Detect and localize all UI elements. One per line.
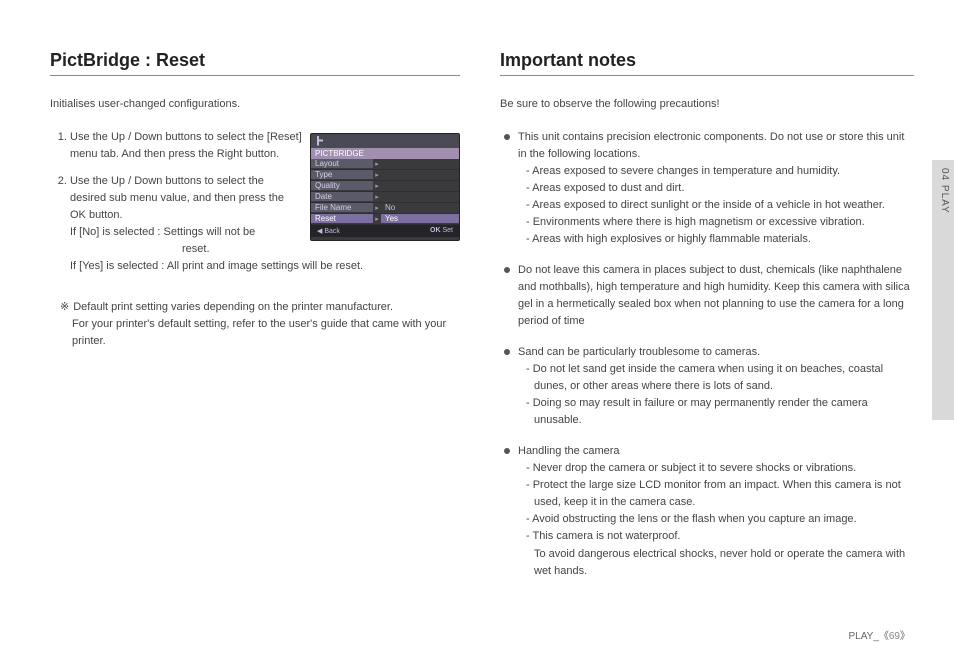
dash-list: - Do not let sand get inside the camera … [518,361,914,429]
footnote-line1: Default print setting varies depending o… [73,301,393,313]
dash-item: - Doing so may result in failure or may … [526,395,914,429]
wrench-icon [315,136,325,146]
dash-item: - Environments where there is high magne… [526,214,914,231]
camera-lcd-mock: PICTBRIDGE Layout▸ Type▸ Quality▸ Date▸ … [310,133,460,241]
right-column: Important notes Be sure to observe the f… [500,50,914,630]
lcd-row-type: Type▸ [311,170,459,181]
lcd-label: Type [311,170,373,179]
bullet-handling: Handling the camera - Never drop the cam… [504,443,914,579]
step-2-no-cont: reset. [70,241,460,258]
bullet-head: Handling the camera [518,445,620,457]
lcd-bottombar: ◀ Back OK Set [311,225,459,237]
footer-prefix: PLAY_ [848,631,878,642]
heading-important-notes: Important notes [500,50,914,76]
left-intro: Initialises user-changed configurations. [50,96,460,113]
chevron-right-icon: ▸ [373,171,381,179]
back-arrow-icon: ◀ [317,228,322,235]
page-body: PictBridge : Reset Initialises user-chan… [0,0,954,660]
step-2-main: Use the Up / Down buttons to select the … [70,175,284,221]
dash-item: - Do not let sand get inside the camera … [526,361,914,395]
lcd-label: File Name [311,203,373,212]
right-intro: Be sure to observe the following precaut… [500,96,914,113]
bullet-head: Sand can be particularly troublesome to … [518,346,760,358]
dash-item: - Never drop the camera or subject it to… [526,460,914,477]
dash-list: - Areas exposed to severe changes in tem… [518,163,914,248]
dash-item: - Avoid obstructing the lens or the flas… [526,511,914,528]
lcd-label: Layout [311,159,373,168]
lcd-val-no: No [381,203,459,212]
lcd-label: Date [311,192,373,201]
bullet-head: This unit contains precision electronic … [518,131,904,160]
precautions-list: This unit contains precision electronic … [500,129,914,580]
section-tab-label: 04 PLAY [939,168,950,214]
lcd-title: PICTBRIDGE [311,148,459,159]
bullet-sand: Sand can be particularly troublesome to … [504,344,914,429]
page-number: 69 [889,631,900,642]
heading-pictbridge-reset: PictBridge : Reset [50,50,460,76]
lcd-row-reset: Reset▸Yes [311,214,459,225]
chevron-right-icon: ▸ [373,215,381,223]
dash-item: - Protect the large size LCD monitor fro… [526,477,914,511]
footnote-line2: For your printer's default setting, refe… [60,316,460,350]
step-2-yes: If [Yes] is selected : All print and ima… [70,258,460,275]
dash-item: - This camera is not waterproof. [526,528,914,545]
chevron-right-icon: ▸ [373,193,381,201]
lcd-label: Quality [311,181,373,190]
bullet-precision-components: This unit contains precision electronic … [504,129,914,248]
chevron-right-icon: ▸ [373,204,381,212]
reference-mark-icon: ※ [60,301,69,313]
page-footer: PLAY_《69》 [848,627,910,642]
chevron-right-icon: ▸ [373,160,381,168]
dash-item: - Areas exposed to direct sunlight or th… [526,197,914,214]
lcd-label: Reset [311,214,373,223]
lcd-val-yes: Yes [381,214,459,223]
lcd-back-label: Back [324,228,340,235]
bullet-storage: Do not leave this camera in places subje… [504,262,914,330]
left-column: PictBridge : Reset Initialises user-chan… [50,50,460,630]
dash-item: - Areas with high explosives or highly f… [526,231,914,248]
lcd-row-filename: File Name▸No [311,203,459,214]
dash-item: To avoid dangerous electrical shocks, ne… [526,546,914,580]
lcd-row-quality: Quality▸ [311,181,459,192]
dash-item: - Areas exposed to severe changes in tem… [526,163,914,180]
footnote: ※ Default print setting varies depending … [50,299,460,350]
dash-list: - Never drop the camera or subject it to… [518,460,914,579]
chevron-right-icon: ▸ [373,182,381,190]
lcd-row-layout: Layout▸ [311,159,459,170]
lcd-row-date: Date▸ [311,192,459,203]
lcd-ok-label: OK [430,227,441,234]
lcd-set-label: Set [442,227,453,234]
lcd-topbar [311,134,459,148]
dash-item: - Areas exposed to dust and dirt. [526,180,914,197]
